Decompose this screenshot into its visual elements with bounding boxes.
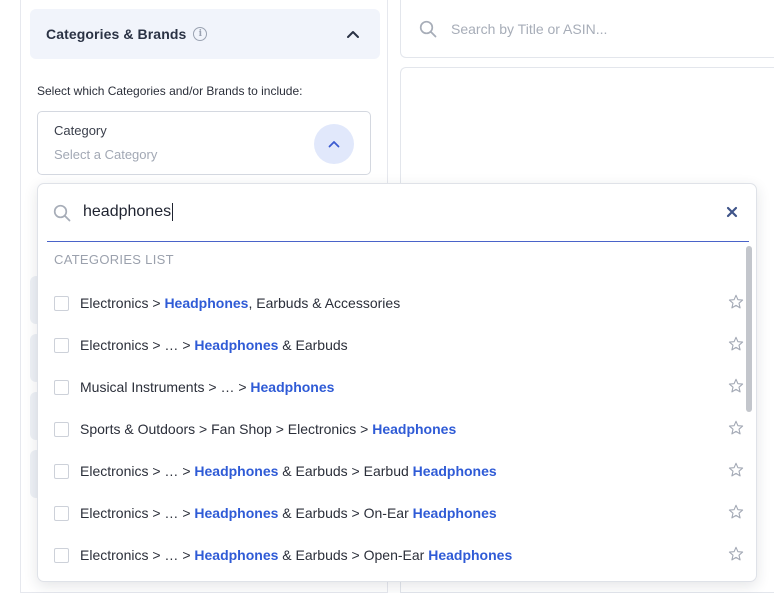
category-checkbox[interactable] bbox=[54, 379, 69, 395]
star-icon[interactable] bbox=[728, 462, 744, 478]
categories-list: Electronics > Headphones, Earbuds & Acce… bbox=[38, 282, 744, 576]
list-item[interactable]: Musical Instruments > … > Headphones bbox=[38, 366, 744, 408]
match-highlight: Headphones bbox=[428, 547, 513, 563]
match-highlight: Headphones bbox=[194, 337, 279, 353]
path-segment: & Earbuds > Open-Ear bbox=[278, 547, 429, 563]
category-path: Electronics > Headphones, Earbuds & Acce… bbox=[80, 295, 400, 311]
title-asin-search[interactable]: Search by Title or ASIN... bbox=[400, 0, 774, 58]
category-search-field[interactable]: headphones bbox=[47, 184, 749, 242]
list-item[interactable]: Electronics > … > Headphones & Earbuds >… bbox=[38, 492, 744, 534]
category-checkbox[interactable] bbox=[54, 295, 69, 311]
category-path: Electronics > … > Headphones & Earbuds bbox=[80, 337, 348, 353]
search-icon bbox=[419, 20, 437, 37]
star-icon[interactable] bbox=[728, 378, 744, 394]
category-path: Electronics > … > Headphones & Earbuds >… bbox=[80, 505, 497, 521]
star-icon[interactable] bbox=[728, 336, 744, 352]
search-query-text: headphones bbox=[83, 203, 172, 221]
path-segment: Electronics > … > bbox=[80, 547, 195, 563]
category-select[interactable]: Category Select a Category bbox=[37, 111, 371, 175]
list-item[interactable]: Electronics > … > Headphones & Earbuds >… bbox=[38, 450, 744, 492]
path-segment: Electronics > … > bbox=[80, 505, 195, 521]
path-segment: & Earbuds > Earbud bbox=[278, 463, 413, 479]
instruction-text: Select which Categories and/or Brands to… bbox=[37, 84, 303, 98]
match-highlight: Headphones bbox=[194, 547, 279, 563]
path-segment: & Earbuds > On-Ear bbox=[278, 505, 413, 521]
match-highlight: Headphones bbox=[194, 505, 279, 521]
list-item[interactable]: Electronics > … > Headphones & Earbuds bbox=[38, 324, 744, 366]
star-icon[interactable] bbox=[728, 420, 744, 436]
scrollbar-thumb[interactable] bbox=[746, 246, 752, 412]
category-label: Category bbox=[54, 123, 107, 138]
path-segment: Musical Instruments > … > bbox=[80, 379, 251, 395]
chevron-up-icon bbox=[328, 141, 340, 148]
categories-list-header: CATEGORIES LIST bbox=[54, 252, 174, 267]
categories-brands-header[interactable]: Categories & Brands i bbox=[30, 9, 380, 59]
match-highlight: Headphones bbox=[412, 463, 497, 479]
category-checkbox[interactable] bbox=[54, 505, 69, 521]
category-path: Electronics > … > Headphones & Earbuds >… bbox=[80, 547, 512, 563]
path-segment: & Earbuds bbox=[278, 337, 348, 353]
category-path: Electronics > … > Headphones & Earbuds >… bbox=[80, 463, 497, 479]
path-segment: Electronics > bbox=[80, 295, 165, 311]
category-dropdown: headphones CATEGORIES LIST Electronics >… bbox=[37, 183, 757, 582]
chevron-up-icon[interactable] bbox=[346, 27, 360, 41]
star-icon[interactable] bbox=[728, 504, 744, 520]
list-item[interactable]: Electronics > … > Headphones & Earbuds >… bbox=[38, 534, 744, 576]
category-toggle-button[interactable] bbox=[314, 124, 354, 164]
list-item[interactable]: Electronics > Headphones, Earbuds & Acce… bbox=[38, 282, 744, 324]
path-segment: Electronics > … > bbox=[80, 337, 195, 353]
category-checkbox[interactable] bbox=[54, 337, 69, 353]
match-highlight: Headphones bbox=[164, 295, 249, 311]
category-checkbox[interactable] bbox=[54, 547, 69, 563]
star-icon[interactable] bbox=[728, 294, 744, 310]
match-highlight: Headphones bbox=[194, 463, 279, 479]
star-icon[interactable] bbox=[728, 546, 744, 562]
match-highlight: Headphones bbox=[412, 505, 497, 521]
clear-icon[interactable] bbox=[725, 205, 739, 219]
match-highlight: Headphones bbox=[372, 421, 457, 437]
category-path: Sports & Outdoors > Fan Shop > Electroni… bbox=[80, 421, 456, 437]
category-checkbox[interactable] bbox=[54, 463, 69, 479]
info-icon[interactable]: i bbox=[193, 27, 208, 41]
search-icon bbox=[53, 204, 71, 221]
path-segment: , Earbuds & Accessories bbox=[248, 295, 401, 311]
category-checkbox[interactable] bbox=[54, 421, 69, 437]
category-path: Musical Instruments > … > Headphones bbox=[80, 379, 334, 395]
category-placeholder: Select a Category bbox=[54, 147, 158, 162]
category-search-input[interactable]: headphones bbox=[83, 203, 174, 222]
match-highlight: Headphones bbox=[250, 379, 335, 395]
path-segment: Electronics > … > bbox=[80, 463, 195, 479]
search-input[interactable]: Search by Title or ASIN... bbox=[451, 21, 607, 37]
list-item[interactable]: Sports & Outdoors > Fan Shop > Electroni… bbox=[38, 408, 744, 450]
text-cursor bbox=[172, 203, 174, 222]
section-title: Categories & Brands bbox=[46, 26, 187, 42]
path-segment: Sports & Outdoors > Fan Shop > Electroni… bbox=[80, 421, 373, 437]
